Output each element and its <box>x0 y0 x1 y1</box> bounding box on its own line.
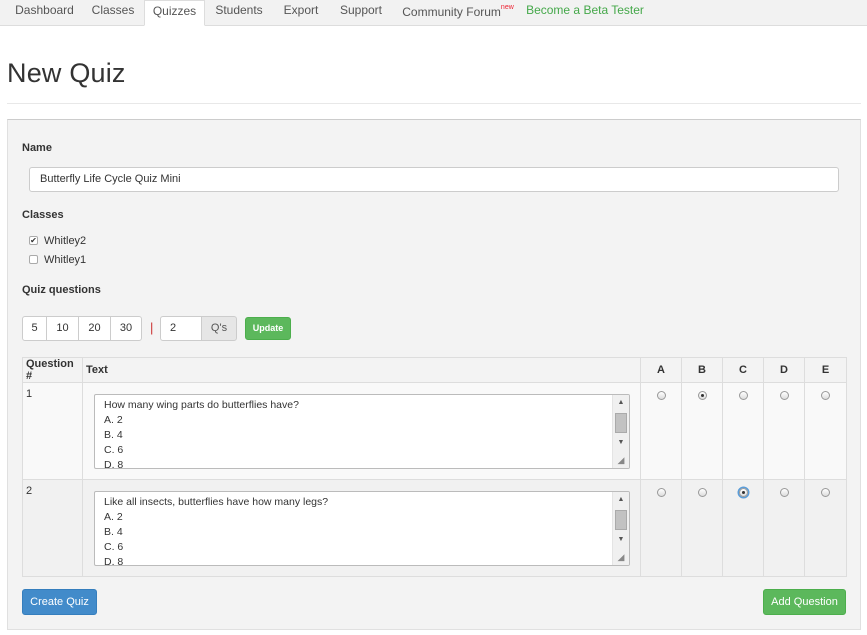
header-choice-a: A <box>640 357 682 383</box>
question-line: D. 8 <box>104 556 124 566</box>
answer-radio-b[interactable] <box>697 488 707 497</box>
header-choice-e: E <box>804 357 847 383</box>
question-line: D. 8 <box>104 459 124 469</box>
page-title: New Quiz <box>7 58 126 88</box>
question-line: C. 6 <box>104 541 124 553</box>
quiz-name-input[interactable]: Butterfly Life Cycle Quiz Mini <box>29 167 839 192</box>
scroll-up-icon[interactable]: ▲ <box>613 492 629 508</box>
class-name: Whitley2 <box>44 235 87 247</box>
separator: | <box>150 320 154 335</box>
answer-radio-d[interactable] <box>779 391 789 400</box>
tab-label: Classes <box>91 3 135 17</box>
questions-table: Question # Text A B C D E 1 How many win… <box>22 357 847 577</box>
top-nav: Dashboard Classes Quizzes Students Expor… <box>0 0 867 26</box>
question-line: B. 4 <box>104 526 123 538</box>
quiz-questions-label: Quiz questions <box>22 284 101 296</box>
choice-cell <box>681 382 723 480</box>
update-button[interactable]: Update <box>245 317 291 340</box>
tab-label: Community Forum <box>402 5 501 19</box>
title-divider <box>7 103 861 104</box>
question-line: A. 2 <box>104 511 123 523</box>
classes-label: Classes <box>22 209 64 221</box>
header-choice-b: B <box>681 357 723 383</box>
name-label: Name <box>22 142 52 154</box>
new-badge: new <box>500 4 514 11</box>
question-text-cell: Like all insects, butterflies have how m… <box>82 479 641 577</box>
choice-cell <box>640 479 682 577</box>
table-row: 2 Like all insects, butterflies have how… <box>22 479 847 577</box>
question-number: 2 <box>22 479 83 577</box>
table-row: 1 How many wing parts do butterflies hav… <box>22 382 847 480</box>
count-10-button[interactable]: 10 <box>46 316 79 341</box>
question-textarea[interactable]: How many wing parts do butterflies have?… <box>94 394 630 469</box>
create-quiz-button[interactable]: Create Quiz <box>22 589 97 615</box>
answer-radio-c[interactable] <box>738 488 748 497</box>
class-checkbox[interactable]: ✔ <box>29 235 38 245</box>
class-name: Whitley1 <box>44 254 87 266</box>
question-textarea[interactable]: Like all insects, butterflies have how m… <box>94 491 630 566</box>
scroll-down-icon[interactable]: ▼ <box>613 532 629 548</box>
count-5-button[interactable]: 5 <box>22 316 47 341</box>
textarea-scrollbar[interactable]: ▲ ▼ ◢ <box>612 492 629 565</box>
count-20-button[interactable]: 20 <box>78 316 111 341</box>
question-line: A. 2 <box>104 414 123 426</box>
resize-grip-icon[interactable]: ◢ <box>614 550 628 564</box>
question-count-suffix: Q's <box>201 316 237 341</box>
answer-radio-a[interactable] <box>656 488 666 497</box>
class-option-whitley1[interactable]: Whitley1 <box>29 254 86 268</box>
tab-quizzes[interactable]: Quizzes <box>144 0 205 26</box>
tab-label: Students <box>215 3 263 17</box>
choice-cell <box>722 479 764 577</box>
tab-label: Dashboard <box>15 3 74 17</box>
tab-beta-tester[interactable]: Become a Beta Tester <box>526 0 644 25</box>
answer-radio-b[interactable] <box>697 391 707 400</box>
question-line: Like all insects, butterflies have how m… <box>104 496 329 508</box>
header-question-num: Question # <box>22 357 83 383</box>
answer-radio-a[interactable] <box>656 391 666 400</box>
scroll-thumb[interactable] <box>615 510 627 530</box>
class-option-whitley2[interactable]: ✔ Whitley2 <box>29 235 86 249</box>
resize-grip-icon[interactable]: ◢ <box>614 453 628 467</box>
header-text: Text <box>82 357 641 383</box>
choice-cell <box>681 479 723 577</box>
choice-cell <box>640 382 682 480</box>
question-line: C. 6 <box>104 444 124 456</box>
header-choice-d: D <box>763 357 805 383</box>
answer-radio-d[interactable] <box>779 488 789 497</box>
textarea-scrollbar[interactable]: ▲ ▼ ◢ <box>612 395 629 468</box>
scroll-up-icon[interactable]: ▲ <box>613 395 629 411</box>
tab-label: Quizzes <box>152 4 197 18</box>
tab-students[interactable]: Students <box>207 0 271 25</box>
answer-radio-e[interactable] <box>821 488 830 497</box>
tab-dashboard[interactable]: Dashboard <box>7 0 82 25</box>
scroll-thumb[interactable] <box>615 413 627 433</box>
question-number: 1 <box>22 382 83 480</box>
header-choice-c: C <box>722 357 764 383</box>
question-line: B. 4 <box>104 429 123 441</box>
tab-label: Export <box>283 3 319 17</box>
count-30-button[interactable]: 30 <box>110 316 142 341</box>
tab-label: Support <box>339 3 383 17</box>
choice-cell <box>763 382 805 480</box>
question-count-input[interactable]: 2 <box>160 316 202 341</box>
class-checkbox[interactable] <box>29 254 38 264</box>
answer-radio-c[interactable] <box>738 391 748 400</box>
choice-cell <box>804 382 847 480</box>
question-line: How many wing parts do butterflies have? <box>104 399 299 411</box>
answer-radio-e[interactable] <box>821 391 830 400</box>
tab-community-forum[interactable]: Community Forumnew <box>398 0 518 25</box>
add-question-button[interactable]: Add Question <box>763 589 846 615</box>
tab-support[interactable]: Support <box>331 0 391 25</box>
scroll-down-icon[interactable]: ▼ <box>613 435 629 451</box>
tab-label: Become a Beta Tester <box>526 3 644 17</box>
question-text-cell: How many wing parts do butterflies have?… <box>82 382 641 480</box>
choice-cell <box>722 382 764 480</box>
choice-cell <box>804 479 847 577</box>
tab-classes[interactable]: Classes <box>84 0 142 25</box>
tab-export[interactable]: Export <box>274 0 328 25</box>
choice-cell <box>763 479 805 577</box>
